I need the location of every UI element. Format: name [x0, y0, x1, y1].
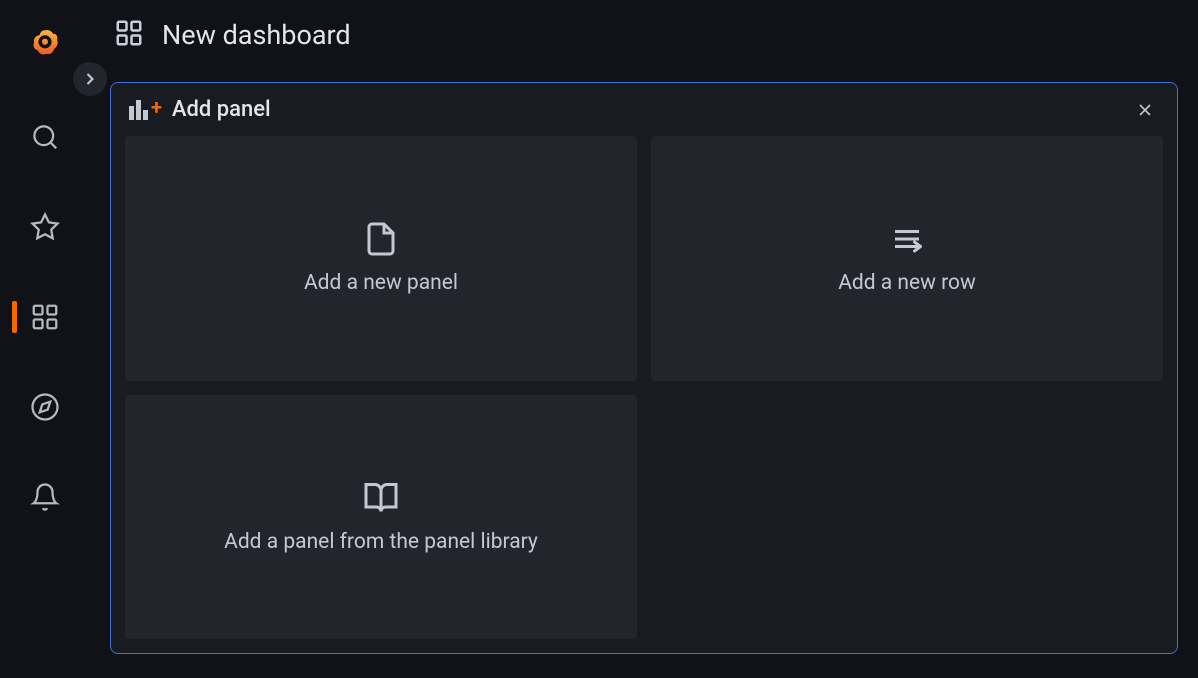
dashboards-icon [30, 302, 60, 332]
dashboards-icon [114, 18, 144, 52]
chevron-right-icon [80, 69, 100, 89]
option-add-from-library[interactable]: Add a panel from the panel library [125, 395, 637, 640]
page-title: New dashboard [162, 19, 351, 51]
main-area: New dashboard + Add panel [90, 0, 1198, 678]
search-icon [30, 122, 60, 152]
add-panel-header: + Add panel [111, 83, 1177, 136]
option-label: Add a new panel [304, 271, 458, 295]
close-icon [1135, 100, 1155, 120]
empty-cell [651, 395, 1163, 640]
star-icon [30, 212, 60, 242]
option-add-new-panel[interactable]: Add a new panel [125, 136, 637, 381]
expand-sidebar-button[interactable] [73, 62, 107, 96]
option-label: Add a new row [838, 271, 976, 295]
add-panel-bars-icon: + [129, 100, 162, 120]
add-panel-container: + Add panel Add a new pane [110, 82, 1178, 654]
row-wrap-icon [889, 221, 925, 257]
add-panel-title: Add panel [172, 97, 271, 122]
compass-icon [30, 392, 60, 422]
sidebar [0, 0, 90, 678]
panel-options-grid: Add a new panel Add a new row [111, 136, 1177, 653]
book-open-icon [363, 480, 399, 516]
close-button[interactable] [1133, 98, 1157, 122]
grafana-logo-icon [30, 28, 60, 58]
bell-icon [30, 482, 60, 512]
sidebar-item-dashboards[interactable] [0, 296, 90, 338]
file-icon [363, 221, 399, 257]
sidebar-item-search[interactable] [0, 116, 90, 158]
content-area: + Add panel Add a new pane [90, 70, 1198, 678]
option-label: Add a panel from the panel library [224, 530, 538, 554]
page-header: New dashboard [90, 0, 1198, 70]
sidebar-item-explore[interactable] [0, 386, 90, 428]
sidebar-item-alerting[interactable] [0, 476, 90, 518]
option-add-new-row[interactable]: Add a new row [651, 136, 1163, 381]
grafana-logo[interactable] [20, 18, 70, 68]
sidebar-item-starred[interactable] [0, 206, 90, 248]
